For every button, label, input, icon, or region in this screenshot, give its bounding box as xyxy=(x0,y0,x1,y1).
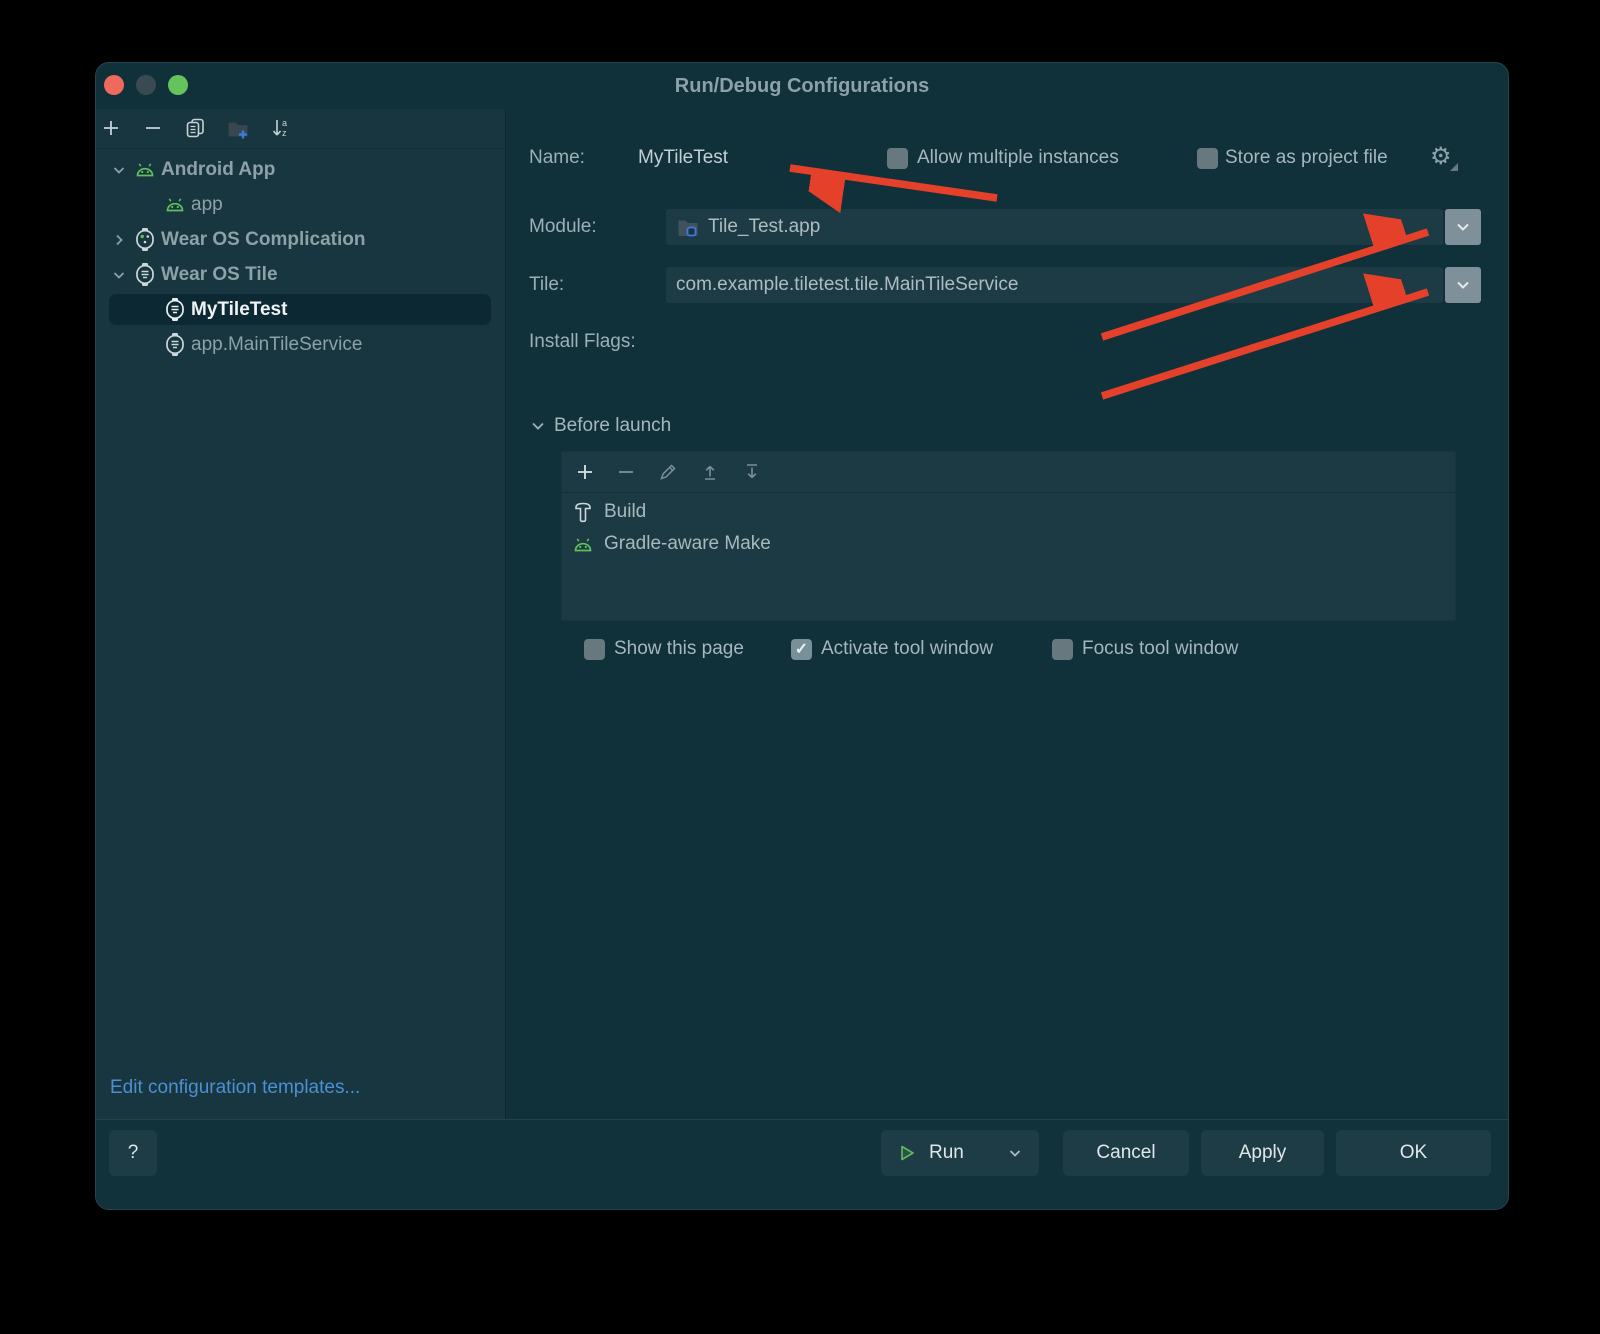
edit-configuration-templates-link[interactable]: Edit configuration templates... xyxy=(110,1077,360,1099)
allow-multiple-instances-checkbox[interactable]: ✓ xyxy=(887,148,908,169)
module-value: Tile_Test.app xyxy=(708,216,820,238)
chevron-down-icon xyxy=(1454,218,1472,236)
gear-icon[interactable]: ⚙ xyxy=(1430,145,1452,169)
titlebar: Run/Debug Configurations xyxy=(96,63,1508,109)
ok-button[interactable]: OK xyxy=(1336,1130,1491,1176)
tile-field[interactable]: com.example.tiletest.tile.MainTileServic… xyxy=(666,267,1443,303)
tree-item-app[interactable]: app xyxy=(96,187,505,222)
run-debug-configurations-dialog: Run/Debug Configurations xyxy=(95,62,1509,1210)
dialog-footer: ? Run Cancel Apply OK xyxy=(96,1119,1508,1210)
module-field[interactable]: Tile_Test.app xyxy=(666,209,1443,245)
copy-configuration-icon[interactable] xyxy=(180,113,210,143)
add-task-icon[interactable] xyxy=(570,457,600,487)
store-as-project-file-label: Store as project file xyxy=(1225,147,1388,169)
tree-item-mytiletest[interactable]: MyTileTest xyxy=(96,292,505,327)
activate-tool-window-label: Activate tool window xyxy=(821,638,993,660)
watch-tile-icon xyxy=(164,332,186,357)
focus-tool-window-checkbox[interactable]: ✓ xyxy=(1052,639,1073,660)
add-configuration-icon[interactable] xyxy=(96,113,126,143)
tree-item-android-app[interactable]: Android App xyxy=(96,152,505,187)
tile-label: Tile: xyxy=(529,274,564,296)
watch-complication-icon xyxy=(134,227,156,252)
tree-item-wear-os-complication[interactable]: Wear OS Complication xyxy=(96,222,505,257)
configurations-tree: Android App app xyxy=(96,152,505,362)
android-icon xyxy=(164,196,186,213)
run-button[interactable]: Run xyxy=(881,1130,1039,1176)
before-launch-task-build[interactable]: Build xyxy=(562,496,1455,528)
svg-text:a: a xyxy=(282,118,287,128)
module-label: Module: xyxy=(529,216,597,238)
before-launch-title[interactable]: Before launch xyxy=(554,415,671,437)
install-flags-label: Install Flags: xyxy=(529,331,636,353)
show-this-page-checkbox[interactable]: ✓ xyxy=(584,639,605,660)
before-launch-toolbar xyxy=(562,452,1455,493)
chevron-down-icon[interactable] xyxy=(111,162,129,178)
run-play-icon xyxy=(897,1143,917,1163)
before-launch-panel: Build Gradle-aware Make xyxy=(561,451,1456,621)
run-options-chevron-icon[interactable] xyxy=(1007,1145,1023,1161)
cancel-button[interactable]: Cancel xyxy=(1063,1130,1189,1176)
tile-dropdown-button[interactable] xyxy=(1445,267,1481,303)
tree-item-app-maintileservice[interactable]: app.MainTileService xyxy=(96,327,505,362)
focus-tool-window-label: Focus tool window xyxy=(1082,638,1238,660)
android-icon xyxy=(572,536,594,553)
show-this-page-label: Show this page xyxy=(614,638,744,660)
name-input[interactable]: MyTileTest xyxy=(638,147,728,169)
chevron-down-icon[interactable] xyxy=(111,267,129,283)
new-folder-icon[interactable] xyxy=(223,113,253,143)
module-icon xyxy=(676,216,700,238)
before-launch-collapse-icon[interactable] xyxy=(529,417,547,435)
hammer-icon xyxy=(572,500,594,524)
name-label: Name: xyxy=(529,147,585,169)
move-down-icon[interactable] xyxy=(737,457,767,487)
remove-task-icon[interactable] xyxy=(611,457,641,487)
sidebar-toolbar: a z xyxy=(96,109,505,149)
dialog-title: Run/Debug Configurations xyxy=(96,63,1508,109)
watch-tile-icon xyxy=(164,297,186,322)
tile-value: com.example.tiletest.tile.MainTileServic… xyxy=(676,274,1018,296)
watch-tile-icon xyxy=(134,262,156,287)
remove-configuration-icon[interactable] xyxy=(138,113,168,143)
store-as-project-file-checkbox[interactable]: ✓ xyxy=(1197,148,1218,169)
activate-tool-window-checkbox[interactable]: ✓ xyxy=(791,639,812,660)
help-button[interactable]: ? xyxy=(109,1130,157,1176)
before-launch-task-gradle-make[interactable]: Gradle-aware Make xyxy=(562,528,1455,560)
configurations-sidebar: a z Android App xyxy=(96,109,506,1119)
chevron-right-icon[interactable] xyxy=(111,232,129,248)
edit-task-icon[interactable] xyxy=(653,457,683,487)
tree-item-wear-os-tile[interactable]: Wear OS Tile xyxy=(96,257,505,292)
apply-button[interactable]: Apply xyxy=(1201,1130,1324,1176)
module-dropdown-button[interactable] xyxy=(1445,209,1481,245)
chevron-down-icon xyxy=(1454,276,1472,294)
move-up-icon[interactable] xyxy=(695,457,725,487)
svg-text:z: z xyxy=(282,128,287,138)
sort-alphabetically-icon[interactable]: a z xyxy=(266,113,296,143)
android-icon xyxy=(134,161,156,178)
allow-multiple-instances-label: Allow multiple instances xyxy=(917,147,1119,169)
